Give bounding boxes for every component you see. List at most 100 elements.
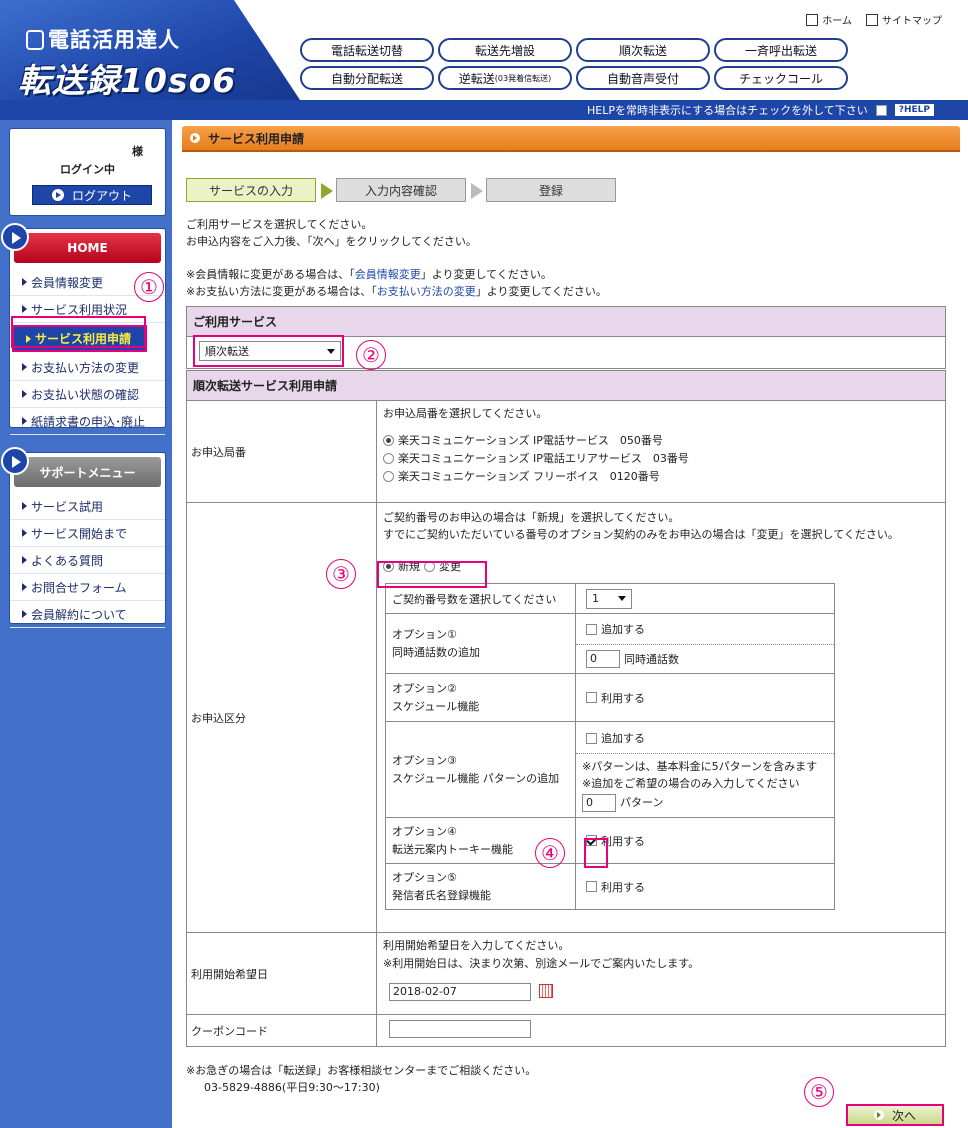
logo-title: 電話活用達人 [48, 28, 180, 52]
home-link[interactable]: ホーム [806, 12, 852, 27]
start-date-input[interactable]: 2018-02-07 [389, 983, 531, 1001]
calendar-icon[interactable] [539, 984, 553, 998]
office-label: お申込局番 [186, 400, 377, 503]
kubun-prompt-1: ご契約番号のお申込の場合は「新規」を選択してください。 [383, 511, 680, 524]
annotation-5: ⑤ [804, 1077, 834, 1107]
nav-check-call[interactable]: チェックコール [714, 66, 848, 90]
help-text: HELPを常時非表示にする場合はチェックを外して下さい [587, 104, 868, 117]
arrow-right-icon [873, 1110, 884, 1120]
footer-note: ※お急ぎの場合は「転送録」お客様相談センターまでご相談ください。 03-5829… [186, 1064, 537, 1094]
option1-qty-input[interactable]: 0 [586, 649, 620, 668]
option1-checkbox[interactable] [586, 623, 597, 635]
annotation-3: ③ [326, 559, 356, 589]
member-info-link[interactable]: 会員情報変更 [355, 268, 421, 281]
coupon-input[interactable] [389, 1020, 531, 1038]
nav-reverse[interactable]: 逆転送 (03発着信転送) [438, 66, 572, 90]
option3-note-2: ※追加をご希望の場合のみ入力してください [582, 776, 800, 790]
option1-check-row: 追加する [576, 615, 834, 645]
help-checkbox[interactable] [875, 104, 887, 116]
option3-qty-input[interactable]: 0 [582, 793, 616, 812]
home-icon [806, 13, 819, 26]
sidebar-item-payment-method[interactable]: お支払い方法の変更 [10, 354, 165, 381]
option3-label: オプション③ スケジュール機能 パターンの追加 [385, 721, 576, 818]
nav-ivr[interactable]: 自動音声受付 [576, 66, 710, 90]
annotation-2: ② [356, 340, 386, 370]
sidebar-item-contact[interactable]: お問合せフォーム [10, 574, 165, 601]
nav-add-destination[interactable]: 転送先増設 [438, 38, 572, 62]
option3-checkbox[interactable] [586, 732, 597, 744]
sidebar-item-trial[interactable]: サービス試用 [10, 493, 165, 520]
login-status: ログイン中 [60, 163, 115, 176]
phone-icon [26, 30, 44, 50]
option5-checkbox[interactable] [586, 881, 597, 892]
office-prompt: お申込局番を選択してください。 [383, 407, 548, 420]
support-menu-title[interactable]: サポートメニュー [14, 457, 161, 487]
step-arrow-icon [321, 183, 333, 199]
option1-label: オプション① 同時通話数の追加 [385, 613, 576, 674]
page-title-bar: サービス利用申請 [182, 126, 960, 152]
logo-subtitle: 転送録10so6 [18, 61, 237, 100]
sidebar-item-faq[interactable]: よくある質問 [10, 547, 165, 574]
count-select[interactable]: 1 [586, 588, 632, 609]
option3-note-1: ※パターンは、基本料金に5パターンを含みます [582, 759, 818, 773]
options-table: ご契約番号数を選択してください 1 オプション① 同時通話数の追加 追加する 0同… [385, 583, 835, 910]
office-option-0120[interactable]: 楽天コミュニケーションズ フリーボイス 0120番号 [383, 467, 939, 485]
annotation-4: ④ [535, 838, 565, 868]
start-prompt-2: ※利用開始日は、決まり次第、別途メールでご案内いたします。 [383, 957, 700, 970]
sidebar-item-cancel[interactable]: 会員解約について [10, 601, 165, 628]
chevron-right-icon [1, 223, 29, 251]
sidebar-item-paper-invoice[interactable]: 紙請求書の申込･廃止 [10, 408, 165, 435]
chevron-right-icon [1, 447, 29, 475]
sidebar-item-until-start[interactable]: サービス開始まで [10, 520, 165, 547]
login-box: 様 ログイン中 ログアウト [9, 128, 166, 216]
header: 電話活用達人 転送録10so6 ホーム サイトマップ 電話転送切替 転送先増設 … [0, 0, 968, 100]
step-indicator: サービスの入力 入力内容確認 登録 [186, 178, 636, 202]
payment-method-link[interactable]: お支払い方法の変更 [377, 285, 476, 298]
apply-form-table: 順次転送サービス利用申請 お申込局番 お申込局番を選択してください。 楽天コミュ… [186, 370, 946, 1047]
option1-qty-row: 0 同時通話数 [576, 645, 834, 673]
option2-checkbox[interactable] [586, 692, 597, 703]
radio[interactable] [383, 452, 394, 464]
highlight-box-2 [193, 335, 344, 367]
step-input: サービスの入力 [186, 178, 333, 202]
start-prompt-1: 利用開始希望日を入力してください。 [383, 939, 570, 952]
nav-phone-switch[interactable]: 電話転送切替 [300, 38, 434, 62]
apply-header: 順次転送サービス利用申請 [186, 370, 946, 401]
start-date-label: 利用開始希望日 [186, 932, 377, 1015]
highlight-box-4 [584, 838, 608, 868]
radio-selected[interactable] [383, 434, 394, 446]
step-confirm: 入力内容確認 [336, 178, 483, 202]
nav-sequential[interactable]: 順次転送 [576, 38, 710, 62]
page-title: サービス利用申請 [208, 131, 305, 146]
nav-auto-distribute[interactable]: 自動分配転送 [300, 66, 434, 90]
help-button[interactable]: ?HELP [894, 104, 934, 116]
service-header: ご利用サービス [186, 306, 946, 337]
option5-label: オプション⑤ 発信者氏名登録機能 [385, 863, 576, 910]
annotation-1: ① [134, 272, 164, 302]
arrow-right-icon [51, 189, 64, 201]
logout-button[interactable]: ログアウト [32, 185, 152, 205]
highlight-box-3 [377, 561, 487, 588]
sidebar-item-payment-status[interactable]: お支払い状態の確認 [10, 381, 165, 408]
highlight-box-1 [11, 316, 146, 348]
office-option-03[interactable]: 楽天コミュニケーションズ IP電話エリアサービス 03番号 [383, 449, 939, 467]
radio[interactable] [383, 470, 394, 482]
home-menu-title[interactable]: HOME [14, 233, 161, 263]
step-register: 登録 [486, 178, 616, 202]
caret-down-icon [618, 596, 626, 601]
office-option-050[interactable]: 楽天コミュニケーションズ IP電話サービス 050番号 [383, 431, 939, 449]
count-label: ご契約番号数を選択してください [385, 583, 576, 614]
intro-text: ご利用サービスを選択してください。 お申込内容をご入力後、「次へ」をクリックして… [186, 218, 477, 248]
bullet-icon [190, 133, 200, 143]
kubun-prompt-2: すでにご契約いただいている番号のオプション契約のみをお申込の場合は「変更」を選択… [383, 528, 899, 541]
help-bar: HELPを常時非表示にする場合はチェックを外して下さい ?HELP [280, 100, 968, 120]
sidebar: 様 ログイン中 ログアウト HOME 会員情報変更 サービス利用状況 サービス利… [0, 100, 280, 1128]
sitemap-icon [866, 13, 878, 26]
option2-label: オプション② スケジュール機能 [385, 673, 576, 722]
sitemap-link[interactable]: サイトマップ [866, 12, 942, 27]
nav-simultaneous[interactable]: 一斉呼出転送 [714, 38, 848, 62]
next-button[interactable]: 次へ [846, 1104, 944, 1126]
main-content: サービス利用申請 サービスの入力 入力内容確認 登録 ご利用サービスを選択してく… [182, 126, 960, 1047]
logo[interactable]: 電話活用達人 転送録10so6 [0, 0, 300, 100]
coupon-label: クーポンコード [186, 1014, 377, 1047]
